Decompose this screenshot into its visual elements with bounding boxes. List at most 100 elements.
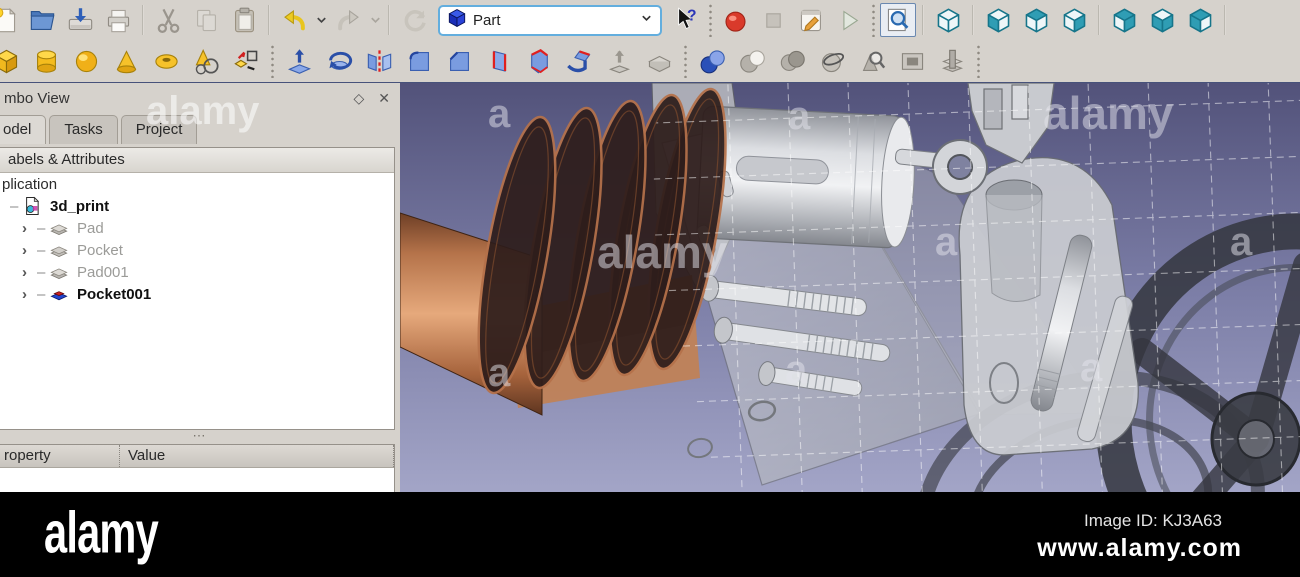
tab-odel[interactable]: odel xyxy=(0,115,47,144)
tree-root-label: plication xyxy=(2,175,58,193)
cylinder-primitive-button[interactable] xyxy=(28,44,64,78)
whats-this-button[interactable]: ? xyxy=(668,3,704,37)
expand-arrow-icon[interactable]: › xyxy=(22,242,37,259)
document-icon xyxy=(22,196,46,216)
tree-item-pad[interactable]: › – Pad xyxy=(0,217,394,239)
view-rear-button[interactable] xyxy=(1106,3,1142,37)
watermark-word: alamy xyxy=(597,226,728,278)
expand-arrow-icon[interactable]: › xyxy=(22,286,37,303)
view-bottom-button[interactable] xyxy=(1144,3,1180,37)
view-top-button[interactable] xyxy=(1018,3,1054,37)
defeaturing-button[interactable] xyxy=(894,44,930,78)
chevron-down-icon xyxy=(640,6,653,34)
new-document-button[interactable] xyxy=(0,3,22,37)
chamfer-button[interactable] xyxy=(441,44,477,78)
undo-button[interactable] xyxy=(276,3,312,37)
toolbar-dotted-separator xyxy=(869,3,878,37)
close-panel-icon[interactable]: ✕ xyxy=(378,90,390,107)
extrude-button[interactable] xyxy=(281,44,317,78)
boolean-common-button[interactable] xyxy=(774,44,810,78)
watermark-letter: a xyxy=(488,92,511,136)
ruled-surface-button[interactable] xyxy=(481,44,517,78)
whats-this-icon: ? xyxy=(677,6,696,29)
workbench-selector[interactable]: Part xyxy=(438,4,662,36)
cut-button[interactable] xyxy=(150,3,186,37)
boolean-cut-button[interactable] xyxy=(734,44,770,78)
cone-primitive-button[interactable] xyxy=(108,44,144,78)
cylinder-primitive-icon xyxy=(36,49,56,73)
paste-button[interactable] xyxy=(226,3,262,37)
float-panel-icon[interactable]: ◇ xyxy=(353,90,364,107)
boolean-cut-icon xyxy=(739,49,765,73)
property-editor: roperty Value xyxy=(0,444,395,492)
macro-play-button[interactable] xyxy=(831,3,867,37)
alamy-url: www.alamy.com xyxy=(1037,534,1242,562)
shape-builder-button[interactable] xyxy=(228,44,264,78)
view-rear-icon xyxy=(1113,8,1135,32)
tree-item-application[interactable]: plication xyxy=(0,173,394,195)
image-id-text: Image ID: KJ3A63 xyxy=(1084,511,1222,530)
torus-primitive-button[interactable] xyxy=(148,44,184,78)
view-left-button[interactable] xyxy=(1182,3,1218,37)
check-geometry-button[interactable] xyxy=(854,44,890,78)
panel-splitter[interactable]: ⋯ xyxy=(0,429,400,444)
redo-dropdown-button[interactable] xyxy=(368,3,382,37)
viewport-3d[interactable]: alamy alamy alamy a a a a a a a xyxy=(400,83,1300,493)
defeaturing-icon xyxy=(901,52,923,70)
undo-dropdown-button[interactable] xyxy=(314,3,328,37)
tab-tasks[interactable]: Tasks xyxy=(49,115,118,144)
revolve-button[interactable] xyxy=(321,44,357,78)
copy-button[interactable] xyxy=(188,3,224,37)
pad-feature-icon xyxy=(49,218,73,238)
boolean-union-button[interactable] xyxy=(694,44,730,78)
cone-primitive-icon xyxy=(116,49,136,73)
view-right-button[interactable] xyxy=(1056,3,1092,37)
view-fit-icon xyxy=(887,8,908,31)
tab-project[interactable]: Project xyxy=(120,115,198,144)
macro-record-button[interactable] xyxy=(717,3,753,37)
toolbar-separator xyxy=(922,5,924,35)
sweep-button[interactable] xyxy=(561,44,597,78)
redo-button[interactable] xyxy=(330,3,366,37)
save-button[interactable] xyxy=(62,3,98,37)
toolbar-dotted-separator xyxy=(268,44,277,78)
view-front-button[interactable] xyxy=(980,3,1016,37)
macro-edit-button[interactable] xyxy=(793,3,829,37)
toolbar-part-tools xyxy=(0,40,1300,82)
expand-arrow-icon[interactable]: › xyxy=(22,220,37,237)
box-primitive-button[interactable] xyxy=(0,44,24,78)
section-button[interactable] xyxy=(814,44,850,78)
tree-item-document[interactable]: – 3d_print xyxy=(0,195,394,217)
view-axonometric-button[interactable] xyxy=(930,3,966,37)
create-primitives-icon xyxy=(195,48,219,74)
tree-header: abels & Attributes xyxy=(0,148,394,173)
macro-stop-icon xyxy=(765,12,781,28)
thickness-button[interactable] xyxy=(641,44,677,78)
redo-icon xyxy=(337,9,359,30)
mirror-button[interactable] xyxy=(361,44,397,78)
property-column-header[interactable]: roperty xyxy=(0,445,120,467)
tree-item-pad001[interactable]: › – Pad001 xyxy=(0,261,394,283)
toolbar-dotted-separator xyxy=(681,44,690,78)
macro-record-icon xyxy=(724,11,746,32)
refresh-button[interactable] xyxy=(396,3,432,37)
loft-button[interactable] xyxy=(521,44,557,78)
cross-sections-button[interactable] xyxy=(934,44,970,78)
property-header-row: roperty Value xyxy=(0,445,394,468)
fillet-button[interactable] xyxy=(401,44,437,78)
tree-item-pocket001[interactable]: › – Pocket001 xyxy=(0,283,394,305)
create-primitives-button[interactable] xyxy=(188,44,224,78)
macro-stop-button[interactable] xyxy=(755,3,791,37)
shape-builder-icon xyxy=(233,50,257,70)
value-column-header[interactable]: Value xyxy=(120,445,394,467)
view-fit-button[interactable] xyxy=(880,3,916,37)
view-axonometric-icon xyxy=(937,8,959,32)
tree-item-pocket[interactable]: › – Pocket xyxy=(0,239,394,261)
view-left-icon xyxy=(1189,8,1211,32)
expand-arrow-icon[interactable]: › xyxy=(22,264,37,281)
panel-title: mbo View xyxy=(4,89,70,107)
open-file-button[interactable] xyxy=(24,3,60,37)
offset-button[interactable] xyxy=(601,44,637,78)
sphere-primitive-button[interactable] xyxy=(68,44,104,78)
print-button[interactable] xyxy=(100,3,136,37)
